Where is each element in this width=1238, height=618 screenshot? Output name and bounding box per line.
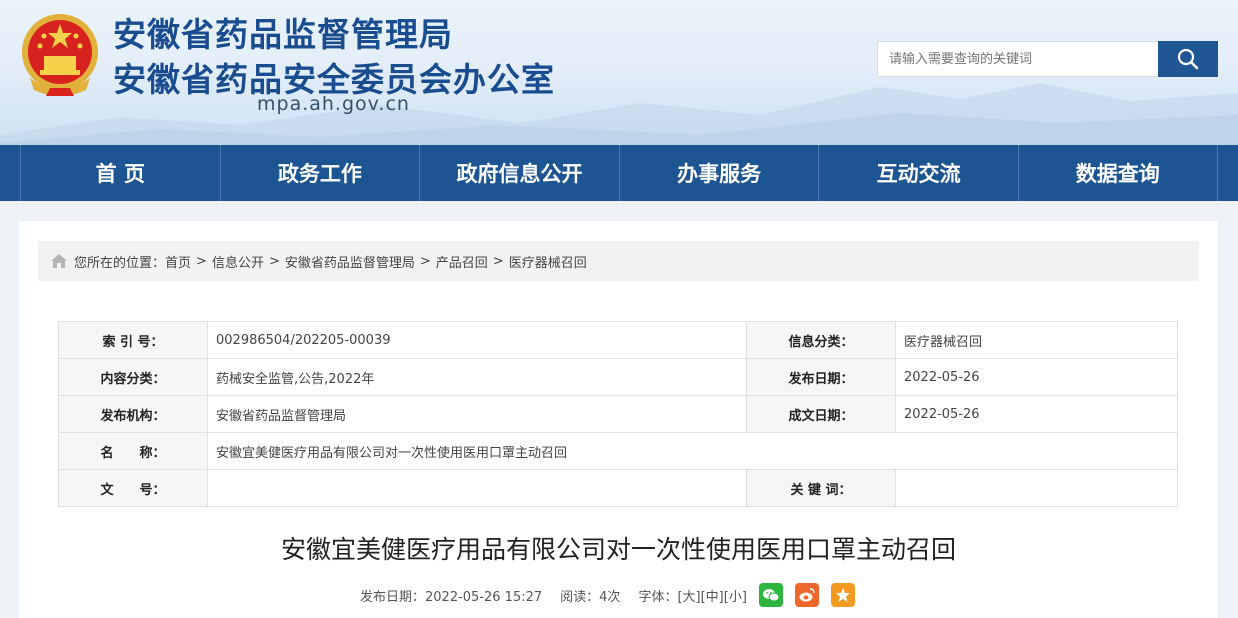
category-label: 信息分类：: [746, 321, 896, 359]
breadcrumb-link-device-recall[interactable]: 医疗器械召回: [509, 252, 587, 271]
breadcrumb-link-bureau[interactable]: 安徽省药品监督管理局: [285, 252, 415, 271]
nav-item-home[interactable]: 首 页: [20, 145, 220, 201]
breadcrumb-link-recall[interactable]: 产品召回: [436, 252, 488, 271]
category-value: 医疗器械召回: [895, 321, 1178, 359]
doc-number-value: [207, 469, 747, 507]
article-title: 安徽宜美健医疗用品有限公司对一次性使用医用口罩主动召回: [280, 535, 956, 564]
article-publish-date: 发布日期：2022-05-26 15:27: [360, 589, 543, 605]
keywords-value: [895, 469, 1178, 507]
nav-item-data-query[interactable]: 数据查询: [1017, 145, 1218, 201]
header-banner: 安徽省药品监督管理局 安徽省药品安全委员会办公室 mpa.ah.gov.cn: [0, 0, 1238, 145]
index-label: 索 引 号：: [58, 321, 208, 359]
home-icon: [50, 253, 68, 269]
favorite-star-icon[interactable]: [830, 583, 855, 607]
article-meta: 发布日期：2022-05-26 15:27 阅读：4次 字体： [大] [中] …: [360, 583, 855, 607]
content-panel: 您所在的位置： 首页 > 信息公开 > 安徽省药品监督管理局 > 产品召回 > …: [19, 221, 1218, 618]
breadcrumb: 您所在的位置： 首页 > 信息公开 > 安徽省药品监督管理局 > 产品召回 > …: [38, 241, 1199, 281]
main-nav: 首 页 政务工作 政府信息公开 办事服务 互动交流 数据查询: [0, 145, 1238, 201]
site-title: 安徽省药品监督管理局: [113, 15, 453, 54]
doc-number-label: 文 号：: [58, 469, 208, 507]
nav-item-services[interactable]: 办事服务: [618, 145, 819, 201]
breadcrumb-separator: >: [419, 253, 431, 269]
created-date-value: 2022-05-26: [895, 395, 1178, 433]
breadcrumb-separator: >: [268, 253, 280, 269]
publish-date-value: 2022-05-26: [895, 358, 1178, 396]
index-value: 002986504/202205-00039: [207, 321, 747, 359]
name-value: 安徽宜美健医疗用品有限公司对一次性使用医用口罩主动召回: [207, 432, 1178, 470]
nav-item-info-disclosure[interactable]: 政府信息公开: [419, 145, 619, 201]
created-date-label: 成文日期：: [746, 395, 896, 433]
article-views: 阅读：4次: [560, 589, 621, 605]
table-row: 内容分类： 药械安全监管,公告,2022年 发布日期： 2022-05-26: [58, 358, 1178, 396]
font-size-label: 字体：: [638, 589, 678, 605]
publisher-label: 发布机构：: [58, 395, 208, 433]
search-input[interactable]: [878, 42, 1158, 76]
wechat-icon[interactable]: [758, 583, 783, 607]
metadata-table: 索 引 号： 002986504/202205-00039 信息分类： 医疗器械…: [58, 321, 1178, 507]
publisher-value: 安徽省药品监督管理局: [207, 395, 747, 433]
national-emblem-icon: [22, 14, 98, 96]
table-row: 发布机构： 安徽省药品监督管理局 成文日期： 2022-05-26: [58, 395, 1178, 433]
breadcrumb-link-home[interactable]: 首页: [165, 252, 191, 271]
nav-item-interaction[interactable]: 互动交流: [818, 145, 1018, 201]
breadcrumb-separator: >: [492, 253, 504, 269]
site-domain: mpa.ah.gov.cn: [257, 93, 410, 115]
search-box: [877, 41, 1159, 77]
content-type-label: 内容分类：: [58, 358, 208, 396]
breadcrumb-link-info[interactable]: 信息公开: [212, 252, 264, 271]
breadcrumb-prefix: 您所在的位置：: [74, 255, 166, 271]
weibo-icon[interactable]: [794, 583, 819, 607]
nav-item-government-affairs[interactable]: 政务工作: [219, 145, 420, 201]
table-row: 文 号： 关 键 词：: [58, 469, 1178, 507]
font-size-large-button[interactable]: [大]: [677, 586, 700, 605]
search-icon: [1177, 48, 1199, 70]
table-row: 索 引 号： 002986504/202205-00039 信息分类： 医疗器械…: [58, 321, 1178, 359]
content-type-value: 药械安全监管,公告,2022年: [207, 358, 747, 396]
table-row: 名 称： 安徽宜美健医疗用品有限公司对一次性使用医用口罩主动召回: [58, 432, 1178, 470]
publish-date-label: 发布日期：: [746, 358, 896, 396]
keywords-label: 关 键 词：: [746, 469, 896, 507]
search-button[interactable]: [1158, 41, 1218, 77]
font-size-medium-button[interactable]: [中]: [701, 586, 724, 605]
name-label: 名 称：: [58, 432, 208, 470]
breadcrumb-separator: >: [196, 253, 207, 269]
font-size-small-button[interactable]: [小]: [724, 586, 747, 605]
